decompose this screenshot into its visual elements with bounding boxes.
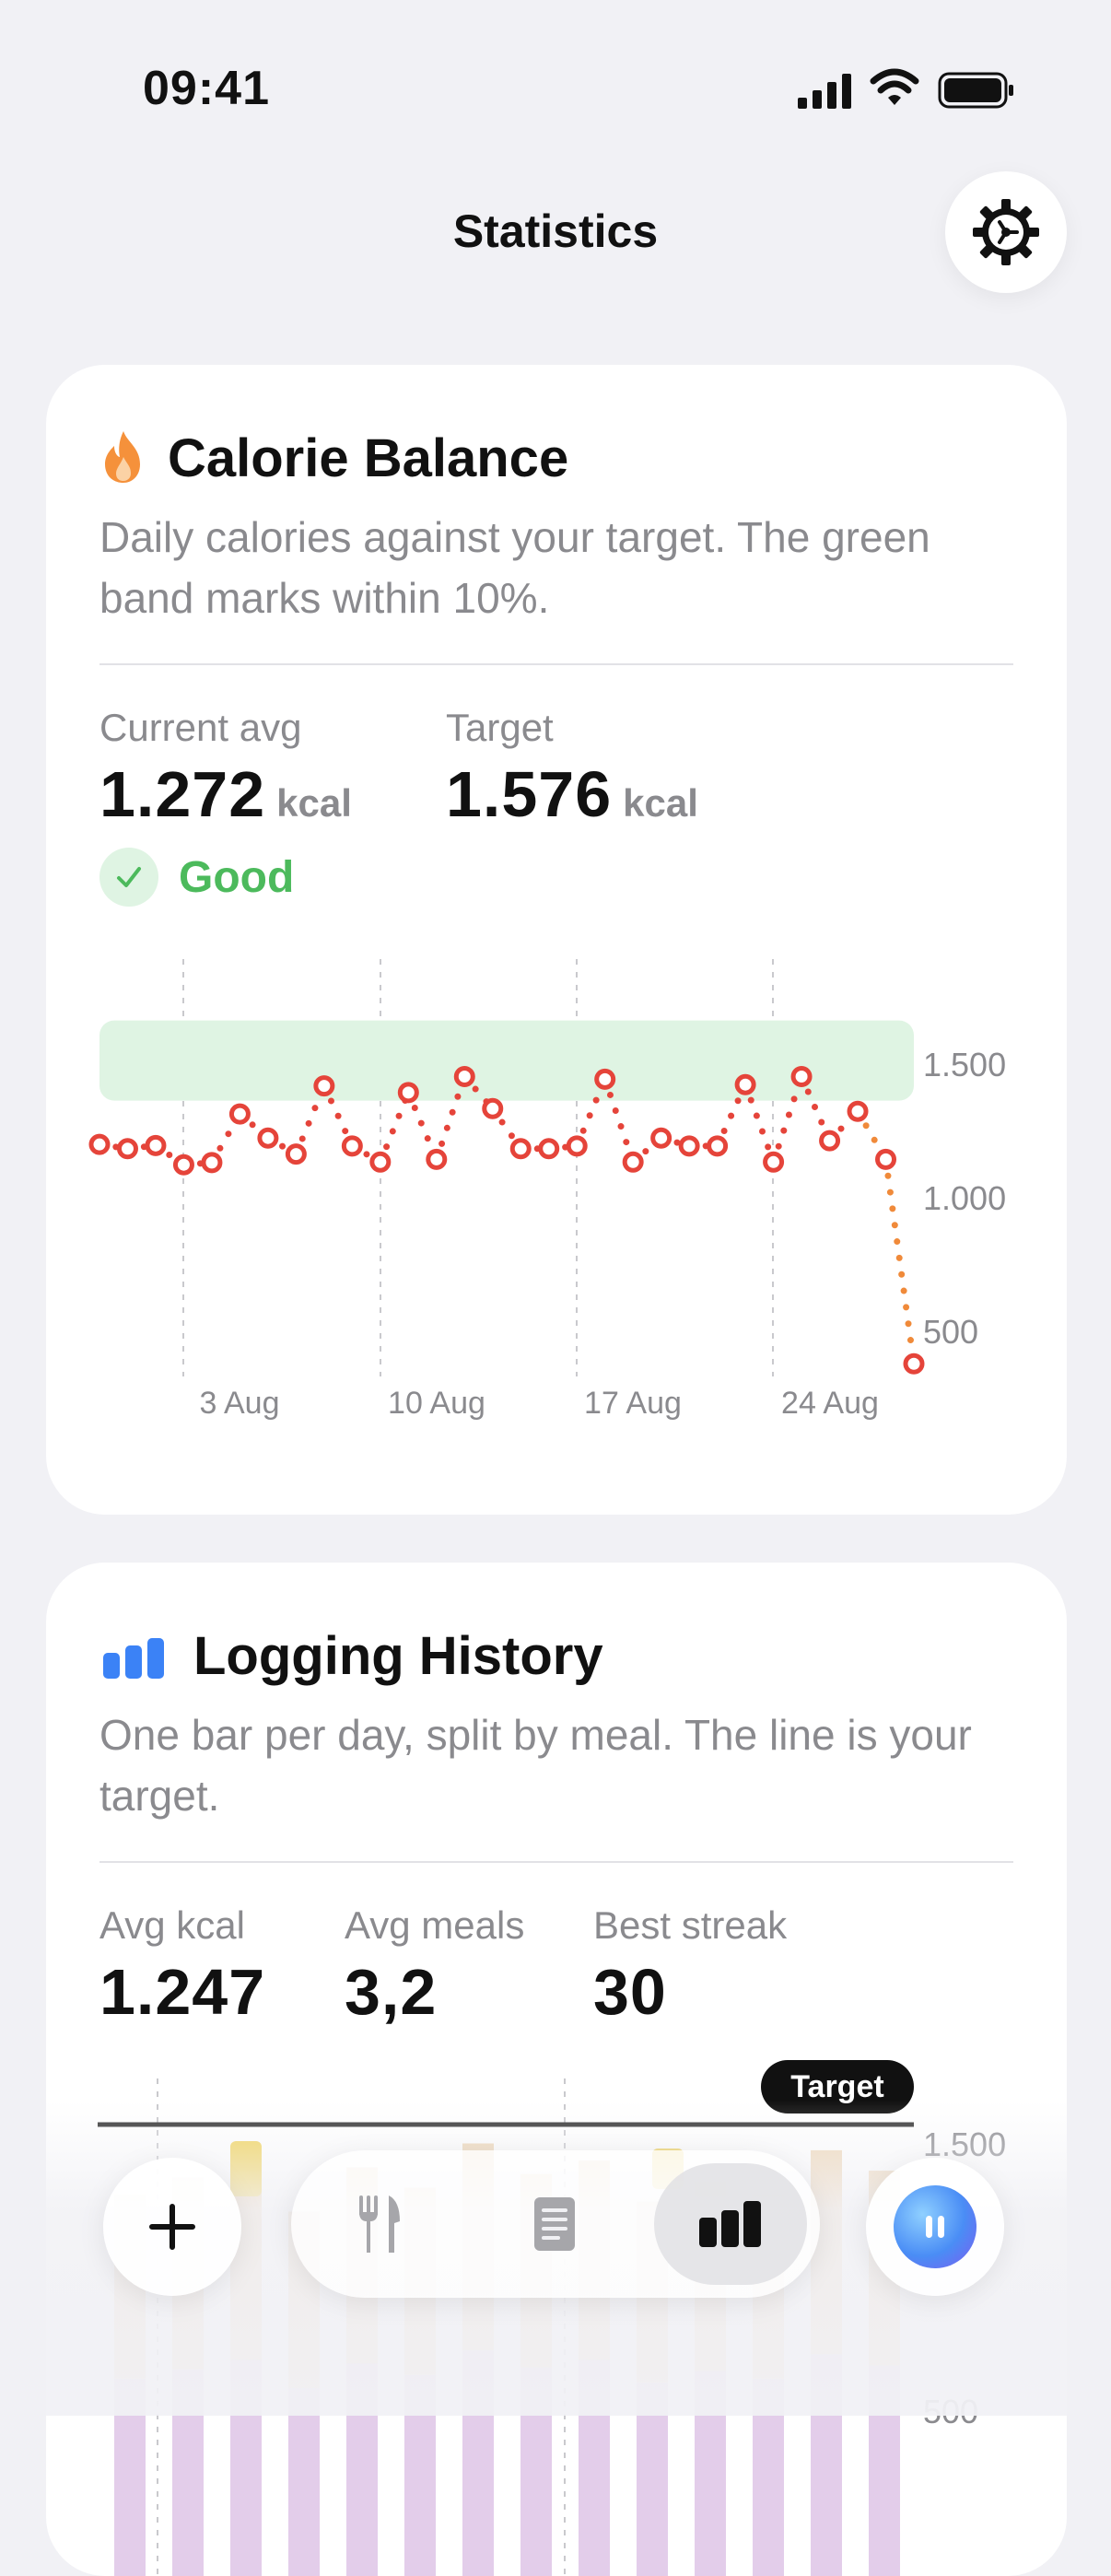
x-tick-label: 3 Aug [200,1386,280,1421]
data-point [622,1151,644,1173]
data-point [847,1100,869,1122]
add-button[interactable] [103,2158,241,2296]
calorie-chart: 1.500 1.000 500 3 Aug 10 Aug 17 Aug 24 Aug [88,959,1006,1421]
fork-knife-icon [359,2195,400,2253]
line-segment [377,1089,412,1165]
data-point [116,1138,138,1160]
gear-icon [973,199,1039,265]
data-point [763,1151,785,1173]
status-time: 09:41 [143,62,270,115]
data-point [257,1127,279,1149]
notebook-icon [534,2197,575,2251]
data-point [538,1138,560,1160]
tab-journal[interactable] [479,2163,632,2285]
data-point [285,1143,307,1165]
y-tick-label: 1.500 [923,1046,1006,1083]
data-point [707,1135,729,1157]
data-point [482,1097,504,1119]
plus-icon [149,2204,195,2250]
line-segment [883,1155,918,1367]
data-point [678,1135,700,1157]
tab-group [291,2150,820,2298]
data-point [341,1135,363,1157]
data-point [88,1133,111,1155]
target-band [99,1020,914,1101]
logging-history-card: Logging History One bar per day, split b… [46,1563,1067,2576]
tab-stats[interactable] [654,2163,807,2285]
calorie-balance-card: Calorie Balance Daily calories against y… [46,365,1067,1515]
data-point [875,1148,897,1170]
data-point [426,1148,448,1170]
data-point [594,1068,616,1090]
signal-icon [798,74,851,109]
data-point [453,1066,475,1087]
settings-button[interactable] [945,171,1067,293]
data-point [790,1066,813,1087]
bar-chart-icon [699,2201,761,2247]
data-point [819,1130,841,1152]
data-point [369,1151,392,1173]
data-point [313,1075,335,1097]
data-point [566,1135,588,1157]
logging-chart: Target1.500500 [98,2060,1006,2576]
data-point [228,1103,251,1125]
data-point [397,1082,419,1104]
x-tick-label: 24 Aug [781,1386,879,1421]
data-point [145,1134,167,1156]
battery-icon [938,72,1013,109]
line-segment [404,1089,440,1163]
y-tick-label: 500 [923,1313,978,1351]
data-point [903,1352,925,1375]
x-tick-label: 17 Aug [584,1386,682,1421]
target-label: Target [790,2069,883,2104]
assistant-button[interactable] [866,2158,1004,2296]
status-bar: 09:41 [0,0,1111,175]
tab-food[interactable] [304,2163,457,2285]
data-point [509,1138,532,1160]
y-tick-label: 1.000 [923,1179,1006,1217]
data-point [201,1152,223,1174]
bar-segment [288,2387,320,2576]
x-tick-label: 10 Aug [388,1386,485,1421]
data-point [650,1127,672,1149]
wifi-icon [870,68,919,105]
pause-icon [894,2185,977,2268]
data-point [734,1073,756,1095]
data-point [172,1153,194,1176]
